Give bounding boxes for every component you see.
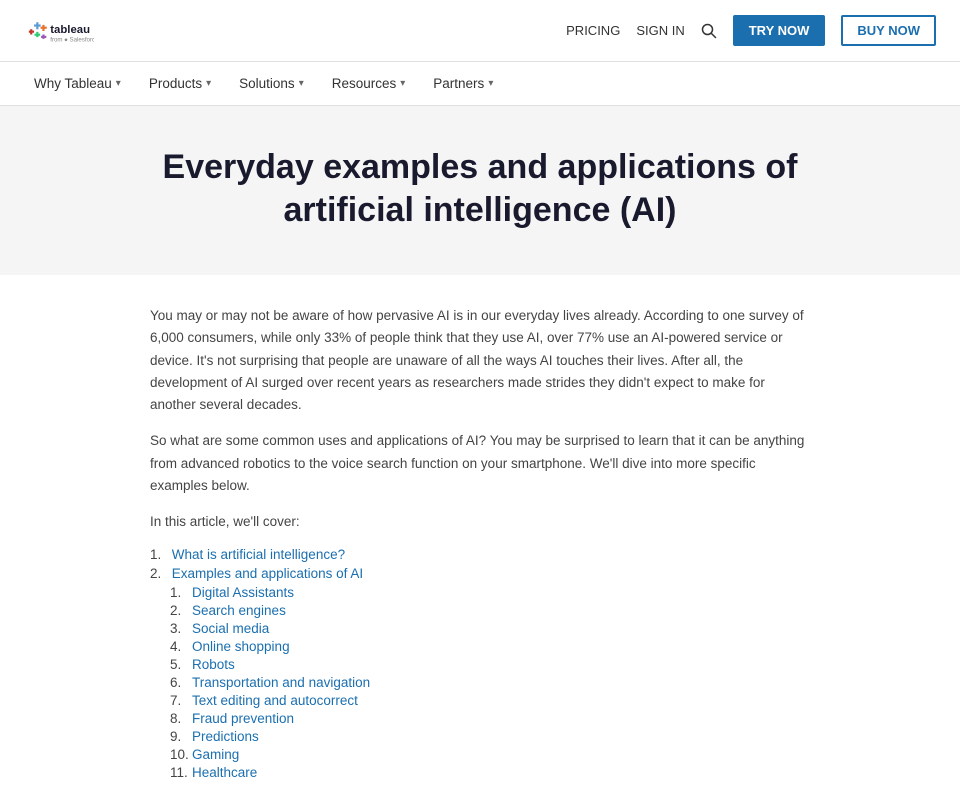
list-item: 7.Text editing and autocorrect xyxy=(170,693,810,708)
svg-text:tableau: tableau xyxy=(50,23,90,35)
search-icon-button[interactable] xyxy=(701,23,717,39)
toc-sub-list: 1.Digital Assistants 2.Search engines 3.… xyxy=(170,585,810,780)
list-item: 1.Digital Assistants xyxy=(170,585,810,600)
toc-link-robots[interactable]: Robots xyxy=(192,657,235,672)
list-item: 6.Transportation and navigation xyxy=(170,675,810,690)
header-right: PRICING SIGN IN TRY NOW BUY NOW xyxy=(566,15,936,46)
toc-link-healthcare[interactable]: Healthcare xyxy=(192,765,257,780)
site-header: tableau from ● Salesforce PRICING SIGN I… xyxy=(0,0,960,62)
toc-link-transportation[interactable]: Transportation and navigation xyxy=(192,675,370,690)
toc-list: 1. What is artificial intelligence? 2. E… xyxy=(150,547,810,780)
list-item: 11.Healthcare xyxy=(170,765,810,780)
list-item: 1. What is artificial intelligence? xyxy=(150,547,810,562)
search-icon xyxy=(701,23,717,39)
toc-link-gaming[interactable]: Gaming xyxy=(192,747,239,762)
toc-link-examples[interactable]: Examples and applications of AI xyxy=(172,566,363,581)
nav-item-resources[interactable]: Resources ▾ xyxy=(322,62,416,106)
nav-item-products[interactable]: Products ▾ xyxy=(139,62,221,106)
logo[interactable]: tableau from ● Salesforce xyxy=(24,9,94,53)
pricing-link[interactable]: PRICING xyxy=(566,23,620,38)
page-title: Everyday examples and applications of ar… xyxy=(130,146,830,231)
intro-paragraph-2: So what are some common uses and applica… xyxy=(150,430,810,497)
toc-link-text-editing[interactable]: Text editing and autocorrect xyxy=(192,693,358,708)
toc-link-fraud-prevention[interactable]: Fraud prevention xyxy=(192,711,294,726)
toc-link-online-shopping[interactable]: Online shopping xyxy=(192,639,290,654)
hero-section: Everyday examples and applications of ar… xyxy=(0,106,960,275)
chevron-down-icon: ▾ xyxy=(400,78,405,89)
list-item: 10.Gaming xyxy=(170,747,810,762)
svg-text:from ● Salesforce: from ● Salesforce xyxy=(50,36,94,43)
signin-link[interactable]: SIGN IN xyxy=(636,23,684,38)
main-nav: Why Tableau ▾ Products ▾ Solutions ▾ Res… xyxy=(0,62,960,106)
toc-link-what-is-ai[interactable]: What is artificial intelligence? xyxy=(172,547,345,562)
header-left: tableau from ● Salesforce xyxy=(24,9,94,53)
toc-link-search-engines[interactable]: Search engines xyxy=(192,603,286,618)
chevron-down-icon: ▾ xyxy=(488,78,493,89)
chevron-down-icon: ▾ xyxy=(116,78,121,89)
list-item: 2. Examples and applications of AI 1.Dig… xyxy=(150,566,810,780)
nav-item-why-tableau[interactable]: Why Tableau ▾ xyxy=(24,62,131,106)
list-item: 5.Robots xyxy=(170,657,810,672)
list-item: 8.Fraud prevention xyxy=(170,711,810,726)
list-item: 9.Predictions xyxy=(170,729,810,744)
try-now-button[interactable]: TRY NOW xyxy=(733,15,826,46)
chevron-down-icon: ▾ xyxy=(206,78,211,89)
nav-item-partners[interactable]: Partners ▾ xyxy=(423,62,503,106)
intro-paragraph-1: You may or may not be aware of how perva… xyxy=(150,305,810,416)
buy-now-button[interactable]: BUY NOW xyxy=(841,15,936,46)
toc-intro: In this article, we'll cover: xyxy=(150,511,810,533)
toc-link-predictions[interactable]: Predictions xyxy=(192,729,259,744)
list-item: 2.Search engines xyxy=(170,603,810,618)
toc-link-digital-assistants[interactable]: Digital Assistants xyxy=(192,585,294,600)
toc-link-social-media[interactable]: Social media xyxy=(192,621,269,636)
nav-item-solutions[interactable]: Solutions ▾ xyxy=(229,62,314,106)
chevron-down-icon: ▾ xyxy=(299,78,304,89)
list-item: 4.Online shopping xyxy=(170,639,810,654)
list-item: 3.Social media xyxy=(170,621,810,636)
tableau-logo-svg: tableau from ● Salesforce xyxy=(24,9,94,53)
